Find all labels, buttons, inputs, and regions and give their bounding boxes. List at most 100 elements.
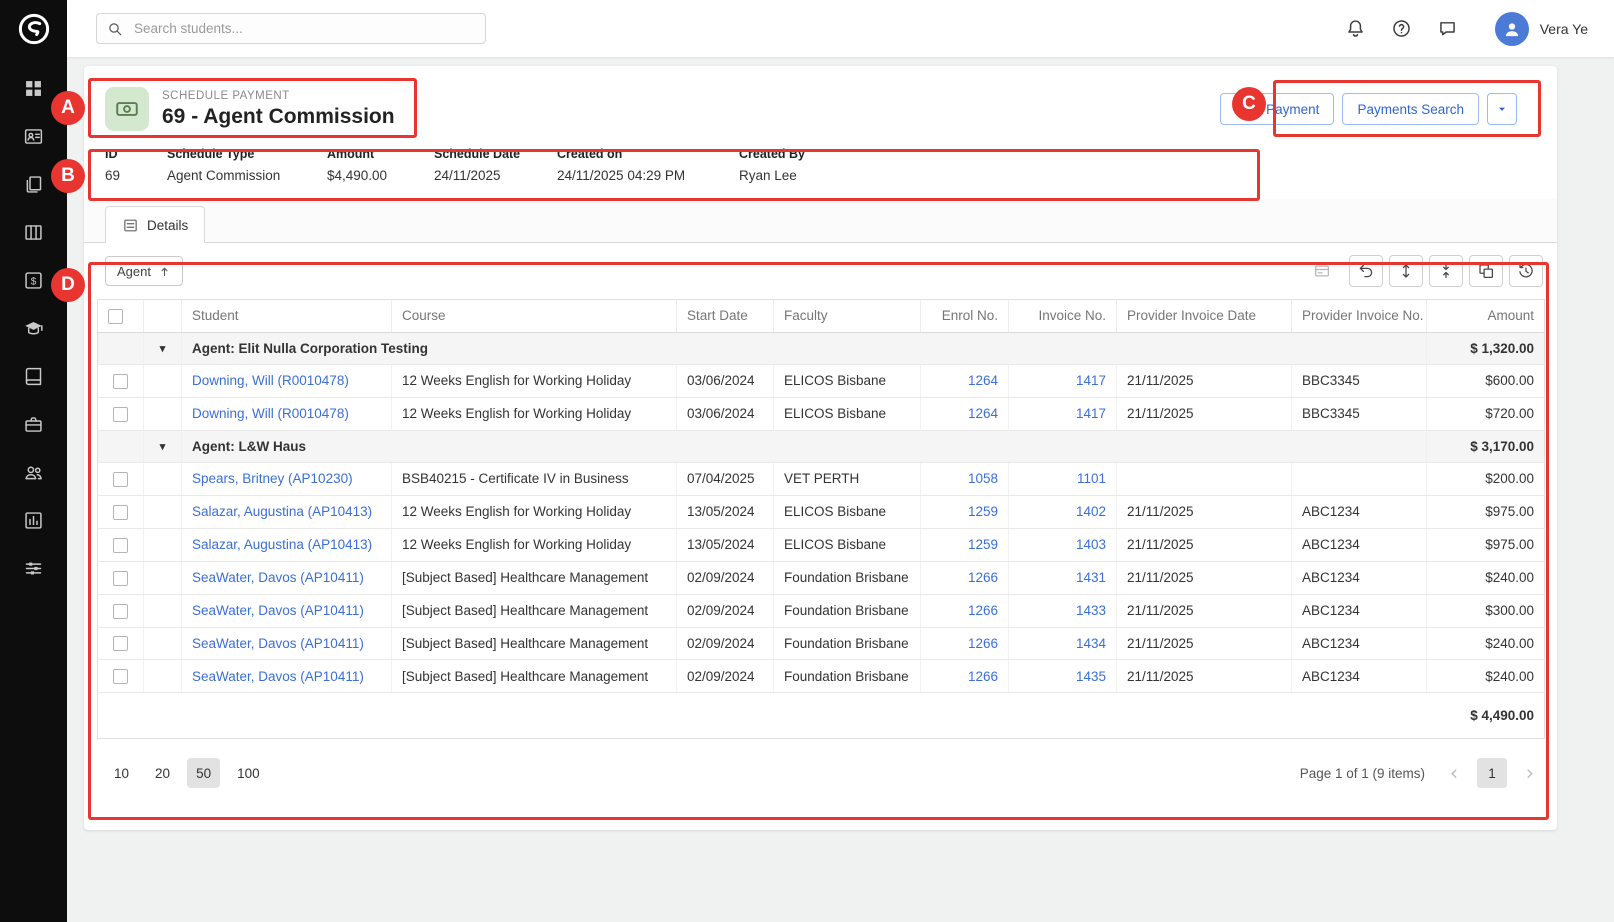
enrol-no-link[interactable]: 1266: [968, 669, 998, 684]
sidebar-item-employment[interactable]: [0, 400, 67, 448]
more-actions-button[interactable]: [1487, 93, 1517, 125]
row-checkbox[interactable]: [113, 407, 128, 422]
col-header-provider-invoice-no[interactable]: Provider Invoice No.: [1292, 300, 1427, 333]
col-header-start-date[interactable]: Start Date: [677, 300, 774, 333]
chat-button[interactable]: [1431, 12, 1465, 46]
sidebar-item-reports[interactable]: [0, 496, 67, 544]
svg-text:$: $: [31, 276, 37, 287]
tab-details[interactable]: Details: [105, 206, 205, 243]
app-root: $: [0, 0, 1614, 922]
col-header-provider-invoice-date[interactable]: Provider Invoice Date: [1117, 300, 1292, 333]
row-checkbox[interactable]: [113, 604, 128, 619]
row-checkbox[interactable]: [113, 636, 128, 651]
current-page-button[interactable]: 1: [1477, 758, 1507, 788]
student-link[interactable]: Downing, Will (R0010478): [192, 406, 349, 421]
provider-invoice-date-cell: 21/11/2025: [1117, 495, 1292, 528]
row-checkbox[interactable]: [113, 538, 128, 553]
enrol-no-link[interactable]: 1266: [968, 636, 998, 651]
schedule-payment-card: SCHEDULE PAYMENT 69 - Agent Commission N…: [84, 66, 1557, 830]
invoice-no-link[interactable]: 1435: [1076, 669, 1106, 684]
caret-down-icon: [1494, 101, 1510, 117]
sidebar-item-dashboard[interactable]: [0, 64, 67, 112]
invoice-no-link[interactable]: 1417: [1076, 373, 1106, 388]
enrol-no-link[interactable]: 1266: [968, 603, 998, 618]
search-box[interactable]: [96, 13, 486, 44]
new-payment-button[interactable]: New Payment: [1220, 93, 1334, 125]
group-collapse-caret-icon[interactable]: ▾: [144, 430, 182, 462]
notifications-button[interactable]: [1339, 12, 1373, 46]
history-button[interactable]: [1509, 255, 1543, 287]
invoice-no-link[interactable]: 1431: [1076, 570, 1106, 585]
group-collapse-caret-icon[interactable]: ▾: [144, 332, 182, 364]
row-checkbox[interactable]: [113, 505, 128, 520]
summary-field-amount: Amount$4,490.00: [327, 147, 434, 183]
topbar-actions: Vera Ye: [1339, 12, 1592, 46]
invoice-no-link[interactable]: 1101: [1077, 471, 1106, 486]
page-size-20[interactable]: 20: [146, 758, 179, 788]
col-header-amount[interactable]: Amount: [1427, 300, 1545, 333]
summary-value: 69: [105, 168, 155, 183]
sidebar-item-courses[interactable]: [0, 304, 67, 352]
payments-search-button[interactable]: Payments Search: [1342, 93, 1479, 125]
col-header-invoice-no[interactable]: Invoice No.: [1009, 300, 1117, 333]
student-link[interactable]: SeaWater, Davos (AP10411): [192, 603, 364, 618]
enrol-no-link[interactable]: 1259: [968, 504, 998, 519]
col-header-faculty[interactable]: Faculty: [774, 300, 921, 333]
student-link[interactable]: SeaWater, Davos (AP10411): [192, 669, 364, 684]
column-chooser-button[interactable]: [1469, 255, 1503, 287]
faculty-cell: Foundation Brisbane: [774, 660, 921, 693]
course-cell: [Subject Based] Healthcare Management: [392, 561, 677, 594]
user-menu[interactable]: Vera Ye: [1495, 12, 1592, 46]
sidebar-item-library[interactable]: [0, 352, 67, 400]
page-size-100[interactable]: 100: [228, 758, 269, 788]
sidebar-item-tables[interactable]: [0, 208, 67, 256]
page-size-10[interactable]: 10: [105, 758, 138, 788]
sidebar-item-agents[interactable]: [0, 448, 67, 496]
col-header-course[interactable]: Course: [392, 300, 677, 333]
invoice-no-link[interactable]: 1433: [1076, 603, 1106, 618]
student-link[interactable]: Spears, Britney (AP10230): [192, 471, 353, 486]
student-link[interactable]: Salazar, Augustina (AP10413): [192, 537, 372, 552]
student-link[interactable]: SeaWater, Davos (AP10411): [192, 570, 364, 585]
search-input[interactable]: [132, 20, 475, 37]
enrol-no-link[interactable]: 1264: [968, 373, 998, 388]
group-row: ▾Agent: Elit Nulla Corporation Testing$ …: [98, 332, 1545, 364]
enrol-no-link[interactable]: 1266: [968, 570, 998, 585]
row-checkbox[interactable]: [113, 571, 128, 586]
col-header-student[interactable]: Student: [182, 300, 392, 333]
row-checkbox[interactable]: [113, 669, 128, 684]
help-button[interactable]: [1385, 12, 1419, 46]
col-header-enrol-no[interactable]: Enrol No.: [921, 300, 1009, 333]
sidebar-item-documents[interactable]: [0, 160, 67, 208]
invoice-no-link[interactable]: 1402: [1076, 504, 1106, 519]
sidebar-item-students[interactable]: [0, 112, 67, 160]
app-logo[interactable]: [15, 10, 53, 48]
prev-page-button[interactable]: ‹: [1443, 763, 1465, 784]
enrol-no-link[interactable]: 1058: [968, 471, 998, 486]
student-link[interactable]: SeaWater, Davos (AP10411): [192, 636, 364, 651]
sidebar-item-settings[interactable]: [0, 544, 67, 592]
student-link[interactable]: Downing, Will (R0010478): [192, 373, 349, 388]
enrol-no-link[interactable]: 1259: [968, 537, 998, 552]
undo-button[interactable]: [1349, 255, 1383, 287]
sidebar-item-finance[interactable]: $: [0, 256, 67, 304]
invoice-no-link[interactable]: 1417: [1076, 406, 1106, 421]
sliders-icon: [23, 558, 44, 579]
expand-all-button[interactable]: [1389, 255, 1423, 287]
next-page-button[interactable]: ›: [1519, 763, 1541, 784]
invoice-no-link[interactable]: 1403: [1076, 537, 1106, 552]
row-checkbox[interactable]: [113, 472, 128, 487]
sort-chip-agent[interactable]: Agent: [105, 256, 183, 286]
enrol-no-link[interactable]: 1264: [968, 406, 998, 421]
page-title: 69 - Agent Commission: [162, 105, 395, 129]
table-icon: [23, 222, 44, 243]
row-checkbox[interactable]: [113, 374, 128, 389]
invoice-no-link[interactable]: 1434: [1076, 636, 1106, 651]
select-all-checkbox[interactable]: [108, 309, 123, 324]
page-size-50[interactable]: 50: [187, 758, 220, 788]
sidebar-nav: $: [0, 64, 67, 592]
collapse-all-button[interactable]: [1429, 255, 1463, 287]
course-cell: 12 Weeks English for Working Holiday: [392, 495, 677, 528]
student-link[interactable]: Salazar, Augustina (AP10413): [192, 504, 372, 519]
provider-invoice-no-cell: ABC1234: [1292, 660, 1427, 693]
